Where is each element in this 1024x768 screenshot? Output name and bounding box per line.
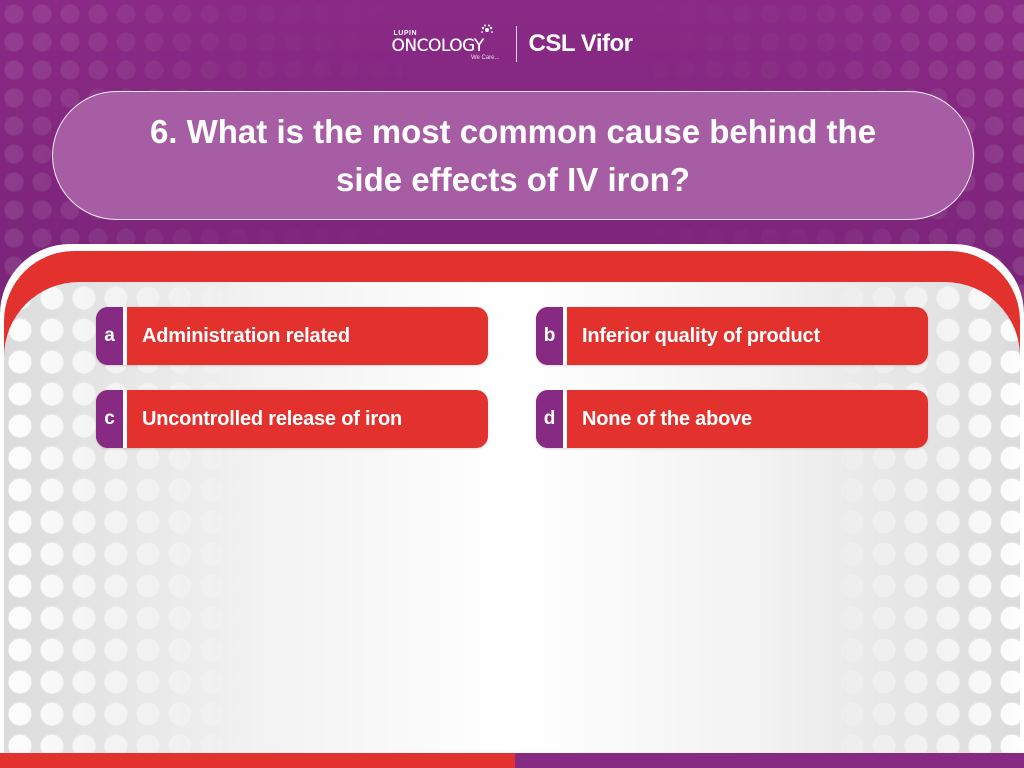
question-text: 6. What is the most common cause behind … xyxy=(149,112,877,198)
footer-band xyxy=(0,753,1024,768)
option-label: None of the above xyxy=(582,407,752,430)
option-letter: d xyxy=(536,390,567,448)
option-letter: b xyxy=(536,307,567,365)
question-box: 6. What is the most common cause behind … xyxy=(52,91,974,220)
option-label: Administration related xyxy=(142,324,350,347)
footer-purple-strip xyxy=(515,753,1024,768)
lupin-flower-icon xyxy=(480,24,493,33)
option-c-button[interactable]: c Uncontrolled release of iron xyxy=(96,390,488,448)
lupin-tagline: We Care... xyxy=(470,55,500,61)
option-b-button[interactable]: b Inferior quality of product xyxy=(536,307,928,365)
option-d-button[interactable]: d None of the above xyxy=(536,390,928,448)
logo-bar: LUPIN ONCOLOGY We Care... CSL Vifor xyxy=(0,22,1024,66)
csl-vifor-logo: CSL Vifor xyxy=(528,30,633,57)
option-a-button[interactable]: a Administration related xyxy=(96,307,488,365)
option-letter: a xyxy=(96,307,127,365)
lupin-oncology-logo: LUPIN ONCOLOGY We Care... xyxy=(392,24,504,64)
footer-red-strip xyxy=(0,753,515,768)
logo-divider xyxy=(515,26,517,62)
option-label: Inferior quality of product xyxy=(582,324,820,347)
oncology-wordmark: ONCOLOGY xyxy=(391,36,485,56)
option-label: Uncontrolled release of iron xyxy=(142,407,403,430)
option-letter: c xyxy=(96,390,127,448)
